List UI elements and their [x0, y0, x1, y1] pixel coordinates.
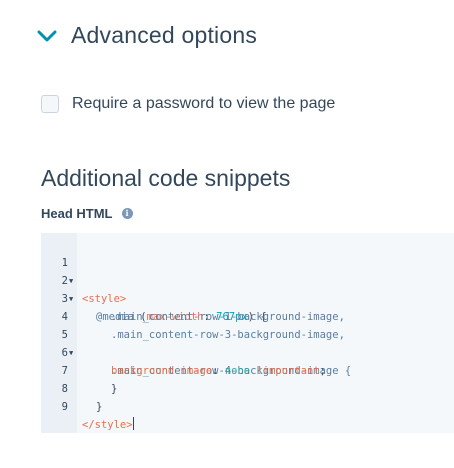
head-html-label: Head HTML: [41, 206, 113, 221]
fold-arrow-icon[interactable]: ▼: [69, 272, 73, 290]
code-line: 4 .main_content-row-3-background-image,: [41, 290, 345, 341]
text-cursor: [132, 417, 134, 430]
section-title: Additional code snippets: [41, 165, 291, 191]
chevron-down-icon: [37, 30, 57, 41]
code-token: .main_content-row-3-background-image,: [111, 329, 345, 341]
code-line: 1 ▼ <style>: [41, 236, 127, 305]
info-icon[interactable]: i: [121, 208, 133, 219]
code-token: </style>: [82, 419, 133, 431]
fold-arrow-icon[interactable]: ▼: [69, 290, 73, 308]
require-password-option[interactable]: Require a password to view the page: [41, 95, 335, 113]
code-line: 8 }: [41, 362, 103, 413]
fold-arrow-icon[interactable]: ▼: [69, 344, 73, 362]
code-token: background-image: [111, 365, 213, 377]
code-token: }: [96, 401, 103, 413]
code-line: 3 .main_content-row-1-background-image,: [41, 272, 345, 323]
code-token: ;: [319, 365, 326, 377]
line-number: 9: [61, 401, 68, 413]
code-token: }: [111, 383, 118, 395]
advanced-options-label: Advanced options: [71, 22, 258, 48]
require-password-label: Require a password to view the page: [72, 95, 336, 112]
code-token: .main_content-row-1-background-image,: [111, 311, 345, 323]
code-line: 5 ▼ .main_content-row-4-background-image…: [41, 308, 352, 377]
head-html-label-row: Head HTML i: [41, 206, 133, 221]
advanced-options-toggle[interactable]: Advanced options: [37, 22, 257, 49]
code-token: none: [224, 365, 251, 377]
code-token: !important: [256, 365, 320, 377]
head-html-code-editor[interactable]: 1 ▼ <style> 2 ▼ @media (max-width: 767px…: [41, 233, 454, 433]
code-token: <style>: [82, 293, 127, 305]
code-line: 2 ▼ @media (max-width: 767px) {: [41, 254, 267, 323]
code-token: :: [212, 365, 225, 377]
code-line: 7 }: [41, 344, 118, 395]
code-line: 6 background-image: none !important;: [41, 326, 326, 377]
code-line: 9 </style>: [41, 380, 134, 431]
require-password-checkbox[interactable]: [41, 95, 59, 113]
